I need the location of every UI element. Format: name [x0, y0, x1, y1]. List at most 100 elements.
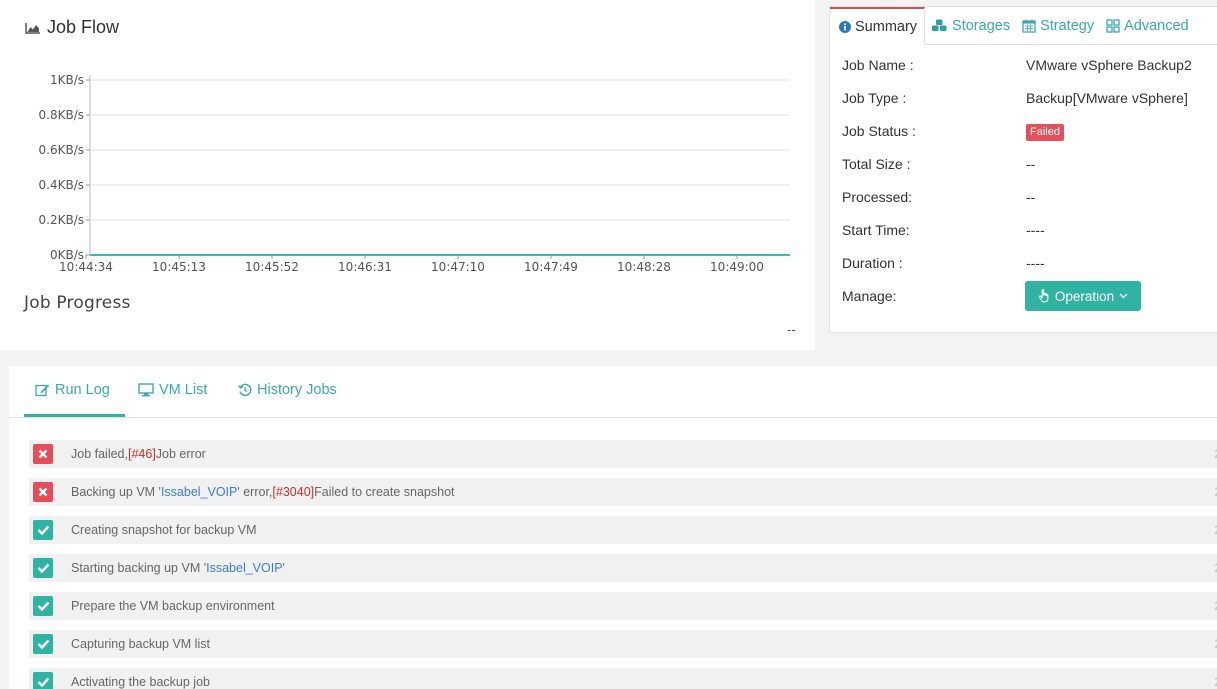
log-entry: Prepare the VM backup environment2: [29, 592, 1217, 620]
y-tick-label: 0.4KB/s: [39, 178, 84, 192]
row-duration: Duration : ----: [830, 245, 1217, 278]
log-text-part: Job failed,: [71, 447, 128, 461]
run-log-panel: Run Log VM List History Jobs Job failed,…: [9, 366, 1217, 689]
log-text-part: Activating the backup job: [71, 675, 210, 689]
job-progress-title: Job Progress: [24, 293, 131, 313]
tab-advanced[interactable]: Advanced: [1100, 7, 1195, 44]
job-flow-chart: 0KB/s0.2KB/s0.4KB/s0.6KB/s0.8KB/s1KB/s10…: [39, 73, 790, 274]
log-entry: Backing up VM 'Issabel_VOIP' error,[#304…: [29, 478, 1217, 506]
log-entry: Job failed,[#46]Job error2: [29, 440, 1217, 468]
job-flow-title-text: Job Flow: [47, 17, 120, 37]
log-message: Capturing backup VM list: [71, 637, 210, 651]
log-text-part: Creating snapshot for backup VM: [71, 523, 257, 537]
tab-strategy[interactable]: Strategy: [1016, 7, 1100, 44]
job-flow-title: Job Flow: [25, 17, 119, 38]
x-tick-label: 10:48:28: [617, 260, 671, 274]
error-code: [#3040]: [272, 485, 315, 499]
x-tick-label: 10:45:13: [152, 260, 206, 274]
x-tick-label: 10:45:52: [245, 260, 299, 274]
x-tick-label: 10:49:00: [710, 260, 764, 274]
total-size-label: Total Size :: [842, 156, 911, 172]
row-job-name: Job Name : VMware vSphere Backup2: [830, 47, 1217, 80]
log-entry: Starting backing up VM 'Issabel_VOIP'2: [29, 554, 1217, 582]
tab-run-log-label: Run Log: [55, 382, 110, 398]
manage-label: Manage:: [842, 288, 897, 304]
log-message: Job failed,[#46]Job error: [71, 447, 206, 461]
y-tick-label: 1KB/s: [50, 73, 84, 87]
y-tick-label: 0.2KB/s: [39, 213, 84, 227]
row-start-time: Start Time: ----: [830, 212, 1217, 245]
row-total-size: Total Size : --: [830, 146, 1217, 179]
row-manage: Manage: Operation: [830, 278, 1217, 311]
job-type-label: Job Type :: [842, 90, 907, 106]
start-time-label: Start Time:: [842, 222, 910, 238]
x-tick-label: 10:47:10: [431, 260, 485, 274]
error-x-icon: [33, 444, 53, 464]
job-name-label: Job Name :: [842, 57, 914, 73]
duration-label: Duration :: [842, 255, 903, 271]
job-type-value: Backup[VMware vSphere]: [1026, 90, 1188, 106]
summary-panel: Summary Storages Strategy Advanced Job N…: [829, 6, 1217, 333]
log-tabs: Run Log VM List History Jobs: [9, 366, 1217, 418]
hand-pointer-icon: [1038, 289, 1049, 303]
success-check-icon: [33, 634, 53, 654]
tab-vm-list[interactable]: VM List: [138, 382, 207, 398]
processed-value: --: [1026, 189, 1036, 205]
tab-storages-label: Storages: [952, 17, 1011, 34]
tab-run-log[interactable]: Run Log: [35, 382, 110, 398]
tab-history-jobs[interactable]: History Jobs: [238, 382, 337, 398]
log-message: Creating snapshot for backup VM: [71, 523, 257, 537]
log-text-part: Starting backing up VM ': [71, 561, 207, 575]
log-text-part: Prepare the VM backup environment: [71, 599, 275, 613]
area-chart-icon: [25, 22, 40, 34]
info-circle-icon: [839, 21, 851, 33]
log-entry: Creating snapshot for backup VM2: [29, 516, 1217, 544]
duration-value: ----: [1026, 255, 1045, 271]
tab-storages[interactable]: Storages: [925, 7, 1016, 44]
tab-strategy-label: Strategy: [1040, 17, 1095, 34]
cubes-icon: [932, 19, 947, 31]
tab-advanced-label: Advanced: [1124, 17, 1189, 34]
job-flow-panel: Job Flow 0KB/s 0.2KB/s 0.4KB/s 0.6KB/s 0.8KB…: [0, 0, 815, 350]
log-text-part: ' error,: [237, 485, 273, 499]
edit-icon: [35, 384, 50, 397]
row-job-status: Job Status : Failed: [830, 113, 1217, 146]
tab-history-jobs-label: History Jobs: [257, 382, 337, 398]
log-message: Starting backing up VM 'Issabel_VOIP': [71, 561, 285, 575]
job-status-label: Job Status :: [842, 123, 916, 139]
success-check-icon: [33, 558, 53, 578]
y-tick-label: 0.8KB/s: [39, 108, 84, 122]
row-job-type: Job Type : Backup[VMware vSphere]: [830, 80, 1217, 113]
operation-button[interactable]: Operation: [1025, 281, 1141, 311]
log-entry: Capturing backup VM list2: [29, 630, 1217, 658]
log-text-part: Backing up VM ': [71, 485, 161, 499]
monitor-icon: [138, 383, 154, 397]
job-progress-value: --: [787, 322, 796, 337]
log-message: Prepare the VM backup environment: [71, 599, 275, 613]
log-text-part: Capturing backup VM list: [71, 637, 210, 651]
log-message: Activating the backup job: [71, 675, 210, 689]
operation-button-label: Operation: [1054, 288, 1115, 304]
x-tick-label: 10:44:34: [59, 260, 113, 274]
y-tick-label: 0.6KB/s: [39, 143, 84, 157]
x-tick-label: 10:47:49: [524, 260, 578, 274]
chevron-down-icon: [1119, 293, 1128, 299]
tab-summary-label: Summary: [855, 19, 918, 35]
history-icon: [238, 383, 252, 397]
status-badge: Failed: [1026, 124, 1064, 141]
calendar-icon: [1022, 19, 1036, 33]
tab-vm-list-label: VM List: [159, 382, 208, 398]
log-text-part: ': [282, 561, 285, 575]
log-entry: Activating the backup job2: [29, 668, 1217, 689]
vm-link[interactable]: Issabel_VOIP: [206, 561, 282, 575]
x-tick-label: 10:46:31: [338, 260, 392, 274]
total-size-value: --: [1026, 156, 1036, 172]
vm-link[interactable]: Issabel_VOIP: [161, 485, 237, 499]
log-text-part: Job error: [155, 447, 206, 461]
success-check-icon: [33, 596, 53, 616]
success-check-icon: [33, 672, 53, 689]
summary-tabs: Summary Storages Strategy Advanced: [830, 7, 1217, 45]
active-tab-indicator: [24, 414, 125, 417]
grid-icon: [1106, 18, 1120, 33]
tab-summary[interactable]: Summary: [830, 7, 926, 45]
